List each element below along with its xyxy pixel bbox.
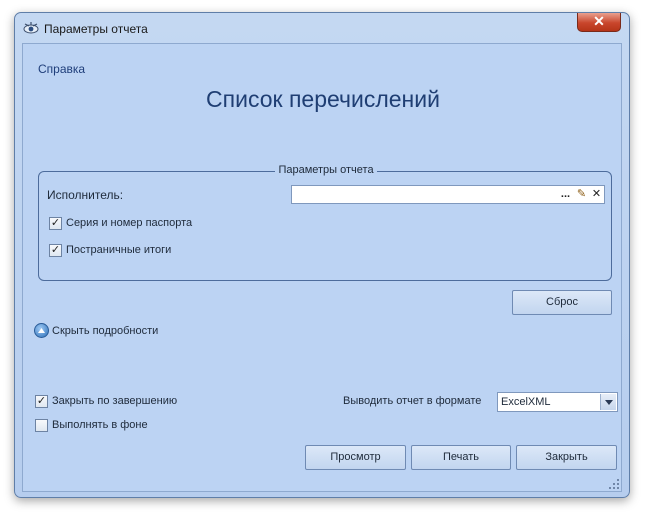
group-legend-text: Параметры отчета	[275, 164, 377, 176]
close-on-finish-label: Закрыть по завершению	[52, 395, 178, 407]
executor-label: Исполнитель:	[47, 188, 124, 202]
collapse-up-icon[interactable]	[34, 323, 49, 338]
page-totals-checkbox[interactable]: ✓	[49, 244, 62, 257]
preview-button[interactable]: Просмотр	[305, 445, 406, 470]
executor-input[interactable]: ... ✎ ✕	[291, 185, 605, 204]
ellipsis-icon[interactable]: ...	[558, 187, 573, 202]
hide-details-link[interactable]: Скрыть подробности	[52, 325, 158, 337]
format-select-value: ExcelXML	[501, 396, 551, 408]
page-totals-checkbox-label: Постраничные итоги	[66, 244, 172, 256]
resize-grip-icon[interactable]	[609, 479, 619, 489]
run-background-checkbox[interactable]	[35, 419, 48, 432]
clear-icon[interactable]: ✕	[589, 187, 604, 202]
close-on-finish-checkbox[interactable]: ✓	[35, 395, 48, 408]
edit-icon[interactable]: ✎	[574, 187, 589, 202]
dialog-client-area: Справка Список перечислений Параметры от…	[22, 43, 622, 492]
window-title: Параметры отчета	[44, 22, 148, 36]
format-label: Выводить отчет в формате	[343, 395, 482, 407]
reset-button[interactable]: Сброс	[512, 290, 612, 315]
format-select[interactable]: ExcelXML	[497, 392, 618, 412]
print-button[interactable]: Печать	[411, 445, 511, 470]
passport-checkbox-label: Серия и номер паспорта	[66, 217, 193, 229]
close-icon: ✕	[593, 13, 605, 29]
dialog-window: Параметры отчета ✕ Справка Список перечи…	[14, 12, 630, 498]
close-button[interactable]: Закрыть	[516, 445, 617, 470]
title-bar[interactable]: Параметры отчета ✕	[15, 13, 629, 43]
report-params-group: Параметры отчета Исполнитель: ... ✎ ✕ ✓ …	[38, 164, 612, 281]
passport-checkbox[interactable]: ✓	[49, 217, 62, 230]
close-window-button[interactable]: ✕	[577, 13, 621, 32]
chevron-down-icon[interactable]	[600, 394, 616, 410]
eye-icon	[23, 22, 39, 34]
group-legend: Параметры отчета	[39, 164, 613, 176]
help-link[interactable]: Справка	[38, 62, 85, 76]
page-title: Список перечислений	[206, 86, 440, 112]
run-background-label: Выполнять в фоне	[52, 419, 148, 431]
